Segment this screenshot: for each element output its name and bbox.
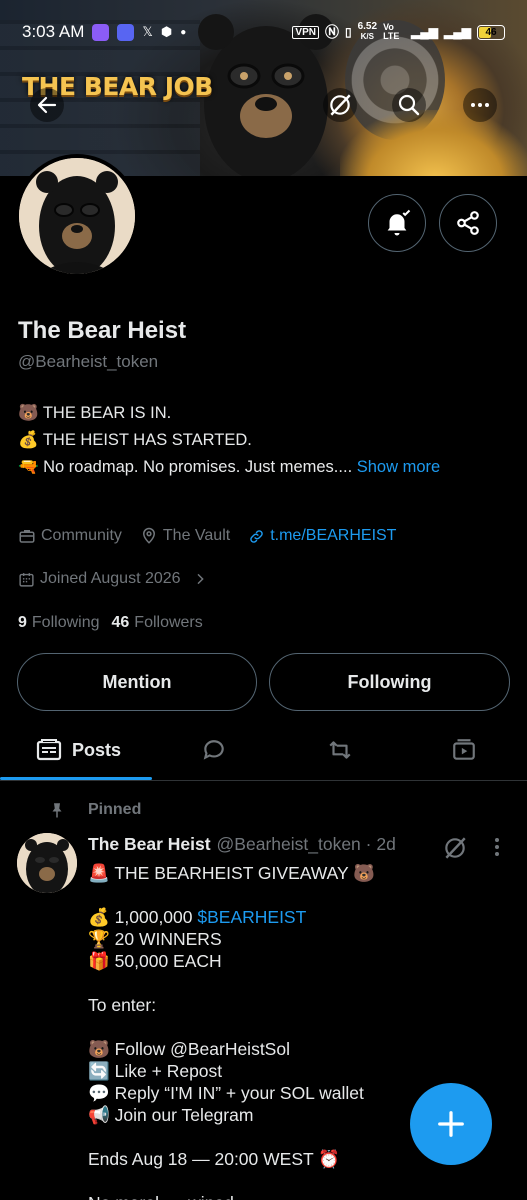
meta-website-link[interactable]: t.me/BEARHEIST	[248, 527, 396, 545]
bio-line: 💰 THE HEIST HAS STARTED.	[18, 431, 252, 449]
grok-icon	[330, 94, 351, 116]
x-icon: 𝕏	[142, 24, 153, 39]
vibrate-icon: ▯	[344, 25, 352, 39]
tab-posts-label: Posts	[72, 739, 122, 760]
bio-line: 🐻 THE BEAR IS IN.	[18, 404, 172, 422]
tab-replies[interactable]	[200, 720, 228, 780]
tab-posts[interactable]: Posts	[36, 720, 121, 780]
nfc-icon: Ⓝ	[324, 24, 339, 40]
search-icon	[398, 94, 420, 116]
briefcase-icon	[19, 530, 35, 543]
more-horizontal-icon	[471, 103, 489, 107]
dot-icon: ●	[180, 26, 187, 38]
post-line: 💰 1,000,000 $BEARHEIST	[88, 907, 307, 927]
arrow-left-icon	[37, 96, 57, 114]
mention-button[interactable]: Mention	[17, 653, 257, 711]
vpn-icon: VPN	[292, 25, 319, 39]
post-author-handle-time: @Bearheist_token · 2d	[216, 834, 396, 854]
reply-bubble-icon	[203, 740, 224, 760]
repost-icon	[329, 741, 351, 759]
show-more-link[interactable]: Show more	[357, 458, 440, 476]
pin-icon	[52, 803, 62, 818]
more-options-button[interactable]	[463, 88, 497, 122]
bio-line: 🔫 No roadmap. No promises. Just memes...…	[18, 458, 441, 476]
compose-post-button[interactable]	[410, 1083, 492, 1165]
post-avatar-image	[17, 833, 77, 893]
notifications-button[interactable]	[368, 194, 426, 252]
chevron-right-icon	[197, 573, 204, 585]
status-time: 3:03 AM	[22, 22, 85, 41]
cube-icon: ⬢	[160, 24, 173, 39]
more-vertical-icon	[495, 838, 499, 856]
pinned-label: Pinned	[48, 800, 141, 820]
cashtag-link[interactable]: $BEARHEIST	[197, 907, 306, 927]
following-button[interactable]: Following	[269, 653, 510, 711]
signal-icon: ▂▄▆	[411, 25, 439, 39]
avatar-bear-image	[19, 158, 135, 274]
banner-gold-pile	[340, 110, 527, 176]
joined-row[interactable]: Joined August 2026	[18, 570, 208, 588]
net-speed: 6.52 K/S	[357, 21, 378, 42]
post-header: The Bear Heist @Bearheist_token · 2d	[88, 834, 396, 855]
profile-avatar[interactable]	[15, 154, 139, 278]
follow-stats: 9 Following 46 Followers	[18, 614, 203, 632]
post-text-block: 🏆 20 WINNERS 🎁 50,000 EACH To enter: 🐻 F…	[88, 929, 364, 1200]
meta-category: Community	[18, 527, 122, 545]
profile-handle: @Bearheist_token	[18, 352, 159, 371]
back-button[interactable]	[30, 88, 64, 122]
status-bar: 3:03 AM 𝕏 ⬢ ● VPN Ⓝ ▯ 6.52 K/S Vo LTE ▂▄▆…	[0, 0, 527, 64]
location-pin-icon	[142, 527, 155, 544]
tab-media[interactable]	[450, 720, 478, 780]
bell-check-icon	[387, 209, 411, 236]
posts-tab-icon	[36, 739, 62, 761]
grok-button[interactable]	[323, 88, 357, 122]
following-stat[interactable]: 9 Following	[18, 614, 100, 632]
active-tab-indicator	[0, 777, 152, 780]
volte-label: Vo LTE	[383, 22, 400, 41]
discord-icon	[117, 23, 135, 41]
profile-name: The Bear Heist	[18, 317, 187, 344]
plus-icon	[438, 1111, 464, 1137]
profile-tabs: Posts	[0, 720, 527, 781]
share-icon	[457, 211, 479, 235]
post-author-name[interactable]: The Bear Heist	[88, 834, 211, 855]
grok-icon	[445, 837, 466, 859]
post-author-avatar[interactable]	[17, 833, 77, 893]
media-icon	[453, 739, 475, 760]
wifi-signal-icon: ▂▄▆	[444, 25, 471, 39]
tab-reposts[interactable]	[325, 720, 355, 780]
share-button[interactable]	[439, 194, 497, 252]
profile-meta: Community The Vault t.me/BEARHEIST	[18, 527, 396, 545]
meta-joined: Joined August 2026	[18, 570, 208, 588]
profile-bio: 🐻 THE BEAR IS IN. 💰 THE HEIST HAS STARTE…	[18, 400, 440, 481]
battery-icon: 46	[477, 24, 505, 40]
followers-stat[interactable]: 46 Followers	[112, 614, 203, 632]
post-line: 🚨 THE BEARHEIST GIVEAWAY 🐻	[88, 863, 376, 883]
app-notification-icon	[92, 23, 110, 41]
calendar-icon	[19, 572, 34, 587]
search-button[interactable]	[392, 88, 426, 122]
meta-location: The Vault	[140, 527, 230, 545]
link-icon	[250, 529, 263, 543]
post-more-button[interactable]	[490, 835, 504, 864]
